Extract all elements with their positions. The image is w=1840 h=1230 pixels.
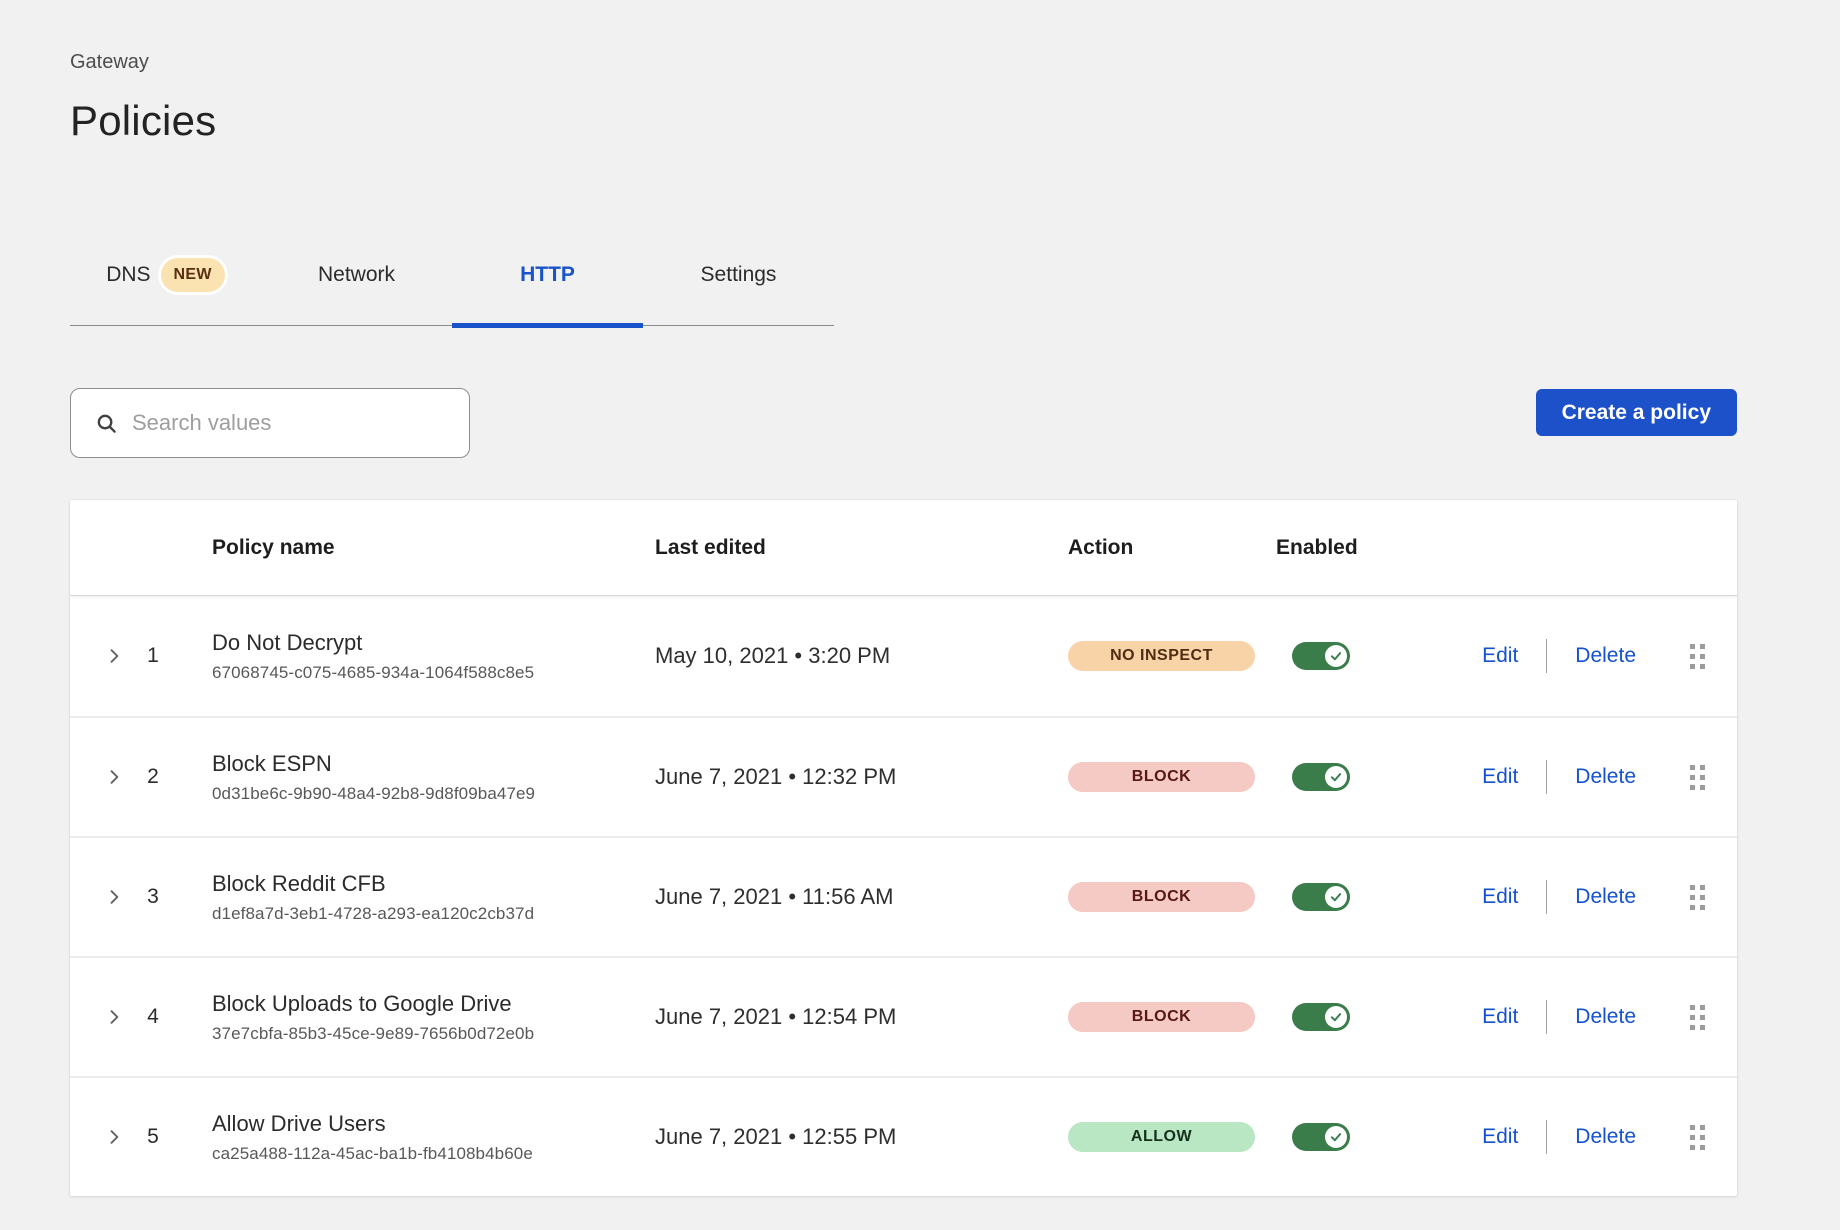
search-icon [95,412,118,435]
action-divider [1546,1120,1547,1154]
policy-name: Do Not Decrypt [212,630,650,656]
action-badge: ALLOW [1068,1122,1255,1152]
tab-bar: DNS NEW Network HTTP Settings [70,258,834,326]
edit-link[interactable]: Edit [1482,1125,1518,1149]
action-badge: BLOCK [1068,1002,1255,1032]
action-divider [1546,1000,1547,1034]
chevron-right-icon[interactable] [104,646,124,666]
delete-link[interactable]: Delete [1575,885,1636,909]
drag-handle-icon[interactable] [1686,1001,1709,1034]
check-icon [1325,1006,1347,1028]
toolbar: Create a policy [70,388,1737,458]
policy-name: Allow Drive Users [212,1111,650,1137]
search-input[interactable] [132,410,451,436]
enabled-toggle[interactable] [1292,1003,1350,1031]
search-box [70,388,470,458]
new-badge: NEW [161,258,225,292]
delete-link[interactable]: Delete [1575,765,1636,789]
tab-http-label: HTTP [520,263,575,287]
edit-link[interactable]: Edit [1482,885,1518,909]
policy-uuid: d1ef8a7d-3eb1-4728-a293-ea120c2cb37d [212,904,650,924]
chevron-right-icon[interactable] [104,1127,124,1147]
check-icon [1325,1126,1347,1148]
action-divider [1546,639,1547,673]
enabled-toggle[interactable] [1292,883,1350,911]
row-number: 1 [142,644,164,668]
last-edited: June 7, 2021 • 11:56 AM [650,884,1068,910]
last-edited: June 7, 2021 • 12:54 PM [650,1004,1068,1030]
action-divider [1546,880,1547,914]
drag-handle-icon[interactable] [1686,640,1709,673]
enabled-toggle[interactable] [1292,1123,1350,1151]
tab-network[interactable]: Network [261,258,452,325]
chevron-right-icon[interactable] [104,767,124,787]
policy-name: Block Reddit CFB [212,871,650,897]
check-icon [1325,645,1347,667]
page-title: Policies [70,96,1737,146]
action-badge: BLOCK [1068,882,1255,912]
enabled-toggle[interactable] [1292,642,1350,670]
action-divider [1546,760,1547,794]
delete-link[interactable]: Delete [1575,1125,1636,1149]
tab-settings-label: Settings [701,263,777,287]
row-number: 4 [142,1005,164,1029]
policy-name: Block ESPN [212,751,650,777]
delete-link[interactable]: Delete [1575,1005,1636,1029]
tab-dns-label: DNS [106,263,150,287]
last-edited: June 7, 2021 • 12:55 PM [650,1124,1068,1150]
table-row: 5 Allow Drive Users ca25a488-112a-45ac-b… [70,1076,1737,1196]
table-header: Policy name Last edited Action Enabled [70,500,1737,596]
create-policy-button[interactable]: Create a policy [1536,389,1737,436]
table-row: 4 Block Uploads to Google Drive 37e7cbfa… [70,956,1737,1076]
row-number: 5 [142,1125,164,1149]
tab-network-label: Network [318,263,395,287]
last-edited: May 10, 2021 • 3:20 PM [650,643,1068,669]
policy-name: Block Uploads to Google Drive [212,991,650,1017]
table-row: 2 Block ESPN 0d31be6c-9b90-48a4-92b8-9d8… [70,716,1737,836]
table-row: 3 Block Reddit CFB d1ef8a7d-3eb1-4728-a2… [70,836,1737,956]
check-icon [1325,886,1347,908]
row-number: 3 [142,885,164,909]
row-number: 2 [142,765,164,789]
action-badge: NO INSPECT [1068,641,1255,671]
table-body: 1 Do Not Decrypt 67068745-c075-4685-934a… [70,596,1737,1196]
policy-uuid: ca25a488-112a-45ac-ba1b-fb4108b4b60e [212,1144,650,1164]
drag-handle-icon[interactable] [1686,881,1709,914]
drag-handle-icon[interactable] [1686,1121,1709,1154]
delete-link[interactable]: Delete [1575,644,1636,668]
column-enabled: Enabled [1276,536,1366,560]
breadcrumb: Gateway [70,50,1737,74]
policy-uuid: 67068745-c075-4685-934a-1064f588c8e5 [212,663,650,683]
column-policy-name: Policy name [212,536,650,560]
tab-dns[interactable]: DNS NEW [70,258,261,325]
column-action: Action [1068,536,1255,560]
tab-http[interactable]: HTTP [452,258,643,325]
edit-link[interactable]: Edit [1482,644,1518,668]
table-row: 1 Do Not Decrypt 67068745-c075-4685-934a… [70,596,1737,716]
check-icon [1325,766,1347,788]
policy-uuid: 0d31be6c-9b90-48a4-92b8-9d8f09ba47e9 [212,784,650,804]
tab-settings[interactable]: Settings [643,258,834,325]
policies-table: Policy name Last edited Action Enabled 1… [70,500,1737,1196]
last-edited: June 7, 2021 • 12:32 PM [650,764,1068,790]
chevron-right-icon[interactable] [104,1007,124,1027]
column-last-edited: Last edited [650,536,1068,560]
action-badge: BLOCK [1068,762,1255,792]
chevron-right-icon[interactable] [104,887,124,907]
edit-link[interactable]: Edit [1482,1005,1518,1029]
enabled-toggle[interactable] [1292,763,1350,791]
policy-uuid: 37e7cbfa-85b3-45ce-9e89-7656b0d72e0b [212,1024,650,1044]
edit-link[interactable]: Edit [1482,765,1518,789]
drag-handle-icon[interactable] [1686,761,1709,794]
